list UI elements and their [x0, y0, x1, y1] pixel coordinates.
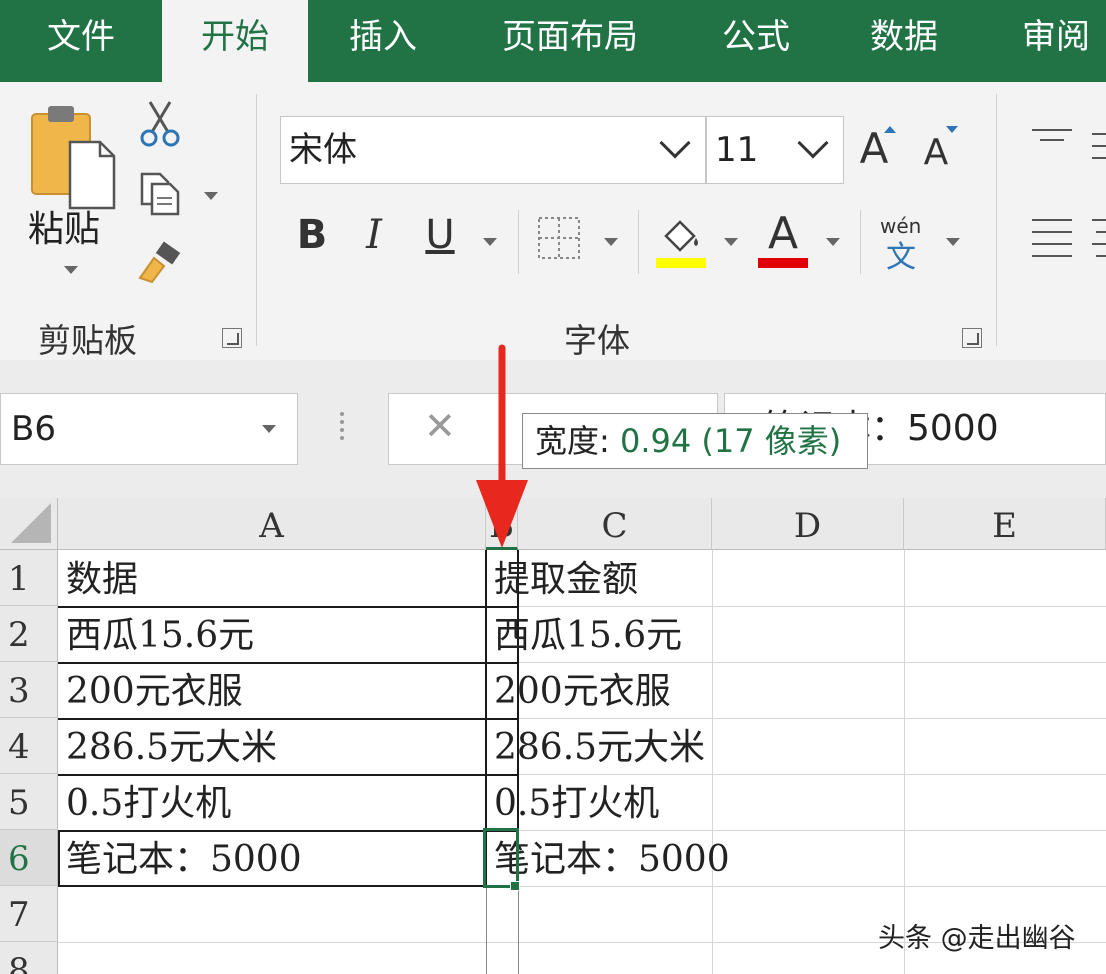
cell-c5[interactable]: 0.5打火机: [486, 776, 659, 832]
format-painter-icon[interactable]: [136, 240, 184, 284]
tooltip-label: 宽度:: [535, 422, 610, 460]
active-cell-b6[interactable]: [483, 828, 519, 888]
cell-a4[interactable]: 286.5元大米: [58, 720, 486, 776]
font-launcher-icon[interactable]: [962, 328, 982, 348]
watermark: 头条 @走出幽谷: [878, 923, 1076, 954]
ribbon: 粘贴 剪贴板 宋体 11 A A B I U A wén 文 字体: [0, 82, 1106, 360]
name-box[interactable]: B6: [0, 393, 298, 465]
font-color-button[interactable]: A: [760, 208, 806, 259]
group-separator: [518, 210, 519, 274]
grow-arrow-icon: [884, 126, 896, 133]
tooltip-value: 0.94 (17 像素): [619, 422, 842, 460]
select-all-button[interactable]: [0, 498, 58, 550]
font-group-label: 字体: [564, 321, 630, 360]
column-header-c[interactable]: C: [518, 498, 712, 550]
font-color-swatch: [758, 258, 808, 268]
paste-icon[interactable]: [26, 102, 118, 212]
paste-button[interactable]: 粘贴: [28, 200, 100, 252]
font-name-value: 宋体: [289, 130, 357, 170]
paste-dropdown-icon[interactable]: [64, 266, 78, 274]
gridline: [518, 886, 519, 974]
group-separator: [638, 210, 639, 274]
cell-a1[interactable]: 数据: [58, 552, 486, 608]
gridline: [904, 550, 905, 974]
italic-button[interactable]: I: [354, 212, 394, 258]
gridline: [712, 550, 713, 974]
shrink-arrow-icon: [946, 126, 958, 133]
shrink-font-button[interactable]: A: [916, 132, 956, 173]
fill-handle[interactable]: [510, 881, 520, 891]
cancel-icon[interactable]: ✕: [424, 404, 456, 448]
column-header-a[interactable]: A: [58, 498, 486, 550]
phonetic-dropdown-icon[interactable]: [946, 238, 960, 246]
align-middle-icon[interactable]: [1092, 130, 1106, 170]
fill-color-icon[interactable]: [656, 212, 708, 264]
tab-data[interactable]: 数据: [848, 0, 960, 82]
cell-a2[interactable]: 西瓜15.6元: [58, 608, 486, 664]
group-separator: [996, 94, 997, 346]
font-color-dropdown-icon[interactable]: [826, 238, 840, 246]
tab-page-layout[interactable]: 页面布局: [480, 0, 660, 82]
cell-c4[interactable]: 286.5元大米: [486, 720, 705, 776]
row-header-2[interactable]: 2: [0, 606, 58, 662]
copy-dropdown-icon[interactable]: [204, 192, 218, 200]
fill-color-swatch: [656, 258, 706, 268]
annotation-arrow-icon: [470, 344, 534, 548]
align-top-icon[interactable]: [1030, 126, 1074, 152]
font-size-combo[interactable]: 11: [706, 116, 844, 184]
clipboard-launcher-icon[interactable]: [222, 328, 242, 348]
tab-review[interactable]: 审阅: [1006, 0, 1106, 82]
clipboard-group-label: 剪贴板: [38, 321, 137, 360]
gridline: [486, 886, 487, 974]
copy-icon[interactable]: [138, 170, 182, 218]
align-center-icon[interactable]: [1092, 216, 1106, 266]
row-header-8[interactable]: 8: [0, 942, 58, 974]
cell-a3[interactable]: 200元衣服: [58, 664, 486, 720]
borders-icon[interactable]: [537, 216, 581, 260]
row-header-5[interactable]: 5: [0, 774, 58, 830]
row-header-3[interactable]: 3: [0, 662, 58, 718]
row-header-6[interactable]: 6: [0, 830, 58, 886]
underline-dropdown-icon[interactable]: [483, 238, 497, 246]
row-header-4[interactable]: 4: [0, 718, 58, 774]
row-header-1[interactable]: 1: [0, 550, 58, 606]
group-separator: [860, 210, 861, 274]
cell-c3[interactable]: 200元衣服: [486, 664, 671, 720]
column-header-e[interactable]: E: [904, 498, 1106, 550]
cell-c2[interactable]: 西瓜15.6元: [486, 608, 682, 664]
tab-home[interactable]: 开始: [162, 0, 308, 82]
cell-a6[interactable]: 笔记本：5000: [58, 832, 486, 888]
bold-button[interactable]: B: [290, 212, 334, 258]
drag-handle-icon[interactable]: [338, 410, 346, 446]
align-left-icon[interactable]: [1030, 216, 1074, 266]
cell-c1[interactable]: 提取金额: [486, 552, 638, 608]
cut-icon[interactable]: [138, 100, 182, 148]
row-header-7[interactable]: 7: [0, 886, 58, 942]
font-size-value: 11: [715, 130, 759, 170]
phonetic-guide-button[interactable]: 文: [886, 232, 916, 276]
borders-dropdown-icon[interactable]: [604, 238, 618, 246]
font-name-combo[interactable]: 宋体: [280, 116, 706, 184]
tab-file[interactable]: 文件: [0, 0, 162, 82]
ribbon-tab-bar: 文件 开始 插入 页面布局 公式 数据 审阅: [0, 0, 1106, 82]
column-header-d[interactable]: D: [712, 498, 904, 550]
name-box-value: B6: [11, 409, 56, 449]
fill-color-dropdown-icon[interactable]: [724, 238, 738, 246]
name-box-dropdown-icon[interactable]: [262, 425, 276, 433]
underline-button[interactable]: U: [418, 212, 462, 258]
column-width-tooltip: 宽度: 0.94 (17 像素): [522, 413, 868, 469]
tab-insert[interactable]: 插入: [318, 0, 448, 82]
group-separator: [256, 94, 257, 346]
tab-formulas[interactable]: 公式: [700, 0, 812, 82]
cell-c6[interactable]: 笔记本：5000: [486, 832, 730, 888]
cell-a5[interactable]: 0.5打火机: [58, 776, 486, 832]
